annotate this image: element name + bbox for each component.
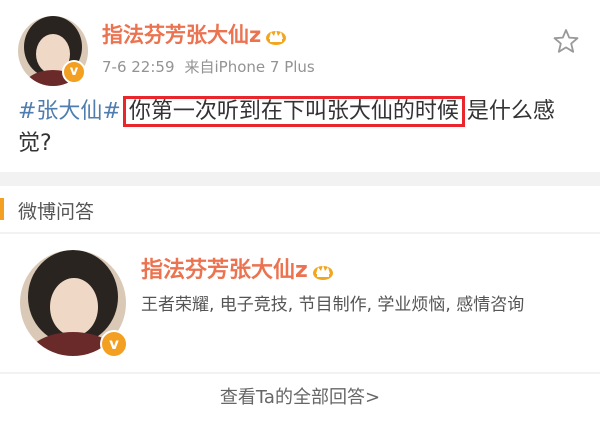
- post-text: #张大仙# 你第一次听到在下叫张大仙的时候 是什么感觉?: [18, 96, 584, 160]
- answerer-username-text[interactable]: 指法芬芳张大仙z: [141, 258, 308, 283]
- post-meta: 7-6 22:59 来自iPhone 7 Plus: [102, 56, 315, 77]
- view-all-answers-link[interactable]: 查看Ta的全部回答>: [0, 374, 600, 422]
- star-outline-icon[interactable]: [553, 28, 579, 54]
- crown-icon: [266, 30, 287, 45]
- post-card: v 指法芬芳张大仙z 7-6 22:59 来自iPhone 7 Plus #张大仙…: [0, 0, 600, 172]
- highlighted-question: 你第一次听到在下叫张大仙的时候: [122, 96, 465, 127]
- section-header: 微博问答: [0, 186, 600, 232]
- answerer-card[interactable]: v 指法芬芳张大仙z 王者荣耀, 电子竞技, 节目制作, 学业烦恼, 感情咨询: [0, 234, 600, 372]
- post-username[interactable]: 指法芬芳张大仙z: [102, 20, 287, 50]
- answerer-tags: 王者荣耀, 电子竞技, 节目制作, 学业烦恼, 感情咨询: [141, 295, 525, 315]
- topic-link[interactable]: #张大仙#: [18, 99, 121, 124]
- section-title: 微博问答: [18, 201, 95, 223]
- post-time: 7-6 22:59: [102, 58, 175, 76]
- verified-badge-icon: v: [62, 60, 86, 84]
- verified-badge-icon: v: [100, 330, 128, 358]
- section-accent-bar: [0, 198, 4, 220]
- crown-icon: [312, 265, 333, 280]
- post-source: 来自iPhone 7 Plus: [184, 58, 315, 76]
- answerer-username[interactable]: 指法芬芳张大仙z: [141, 256, 334, 286]
- post-username-text[interactable]: 指法芬芳张大仙z: [102, 23, 261, 47]
